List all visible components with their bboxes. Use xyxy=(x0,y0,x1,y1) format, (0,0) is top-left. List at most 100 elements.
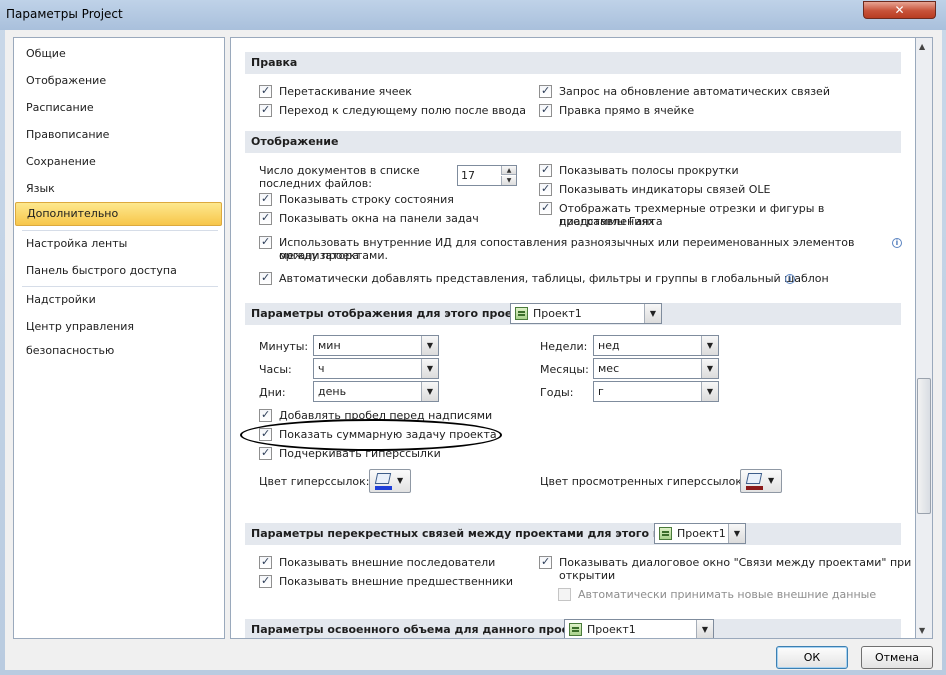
checkbox-internal-ids[interactable] xyxy=(259,235,272,249)
color-swatch xyxy=(375,486,392,490)
label-links-dialog-on-open: Показывать диалоговое окно "Связи между … xyxy=(559,556,912,569)
checkbox-underline-hyperlinks[interactable] xyxy=(259,446,272,460)
sidebar-item-advanced[interactable]: Дополнительно xyxy=(15,202,222,226)
checkbox-space-before-labels[interactable] xyxy=(259,408,272,422)
chevron-down-icon[interactable]: ▼ xyxy=(701,382,718,401)
label-days: Дни: xyxy=(259,386,286,399)
sidebar-item-proofing[interactable]: Правописание xyxy=(14,123,224,147)
sidebar-item-schedule[interactable]: Расписание xyxy=(14,96,224,120)
label-auto-accept-external: Автоматически принимать новые внешние да… xyxy=(578,588,877,601)
earned-value-value: Проект1 xyxy=(587,623,636,636)
project-display-select[interactable]: Проект1 ▼ xyxy=(510,303,662,324)
hours-select[interactable]: ч ▼ xyxy=(313,358,439,379)
section-title: Правка xyxy=(251,56,298,69)
chevron-down-icon[interactable]: ▼ xyxy=(728,524,745,543)
chevron-down-icon[interactable]: ▼ xyxy=(421,336,438,355)
months-select[interactable]: мес ▼ xyxy=(593,358,719,379)
chevron-down-icon: ▼ xyxy=(397,476,404,485)
label-ole-indicators: Показывать индикаторы связей OLE xyxy=(559,183,771,196)
label-external-predecessors: Показывать внешние предшественники xyxy=(279,575,514,588)
title-bar[interactable]: Параметры Project ✕ xyxy=(0,0,946,30)
label-drag-cells: Перетаскивание ячеек xyxy=(279,85,412,98)
visited-color-picker[interactable]: ▼ xyxy=(740,469,782,493)
checkbox-external-predecessors[interactable] xyxy=(259,574,272,588)
sidebar: Общие Отображение Расписание Правописани… xyxy=(13,37,225,639)
close-icon: ✕ xyxy=(894,3,905,17)
spin-up-icon[interactable]: ▲ xyxy=(501,166,516,175)
sidebar-item-general[interactable]: Общие xyxy=(14,42,224,66)
weeks-select[interactable]: нед ▼ xyxy=(593,335,719,356)
days-select[interactable]: день ▼ xyxy=(313,381,439,402)
checkbox-status-bar[interactable] xyxy=(259,192,272,206)
chevron-down-icon: ▼ xyxy=(768,476,775,485)
label-scroll-bars: Показывать полосы прокрутки xyxy=(559,164,739,177)
checkbox-edit-in-cell[interactable] xyxy=(539,103,552,117)
section-title: Параметры перекрестных связей между прое… xyxy=(251,527,710,540)
chevron-down-icon[interactable]: ▼ xyxy=(701,336,718,355)
spin-down-icon[interactable]: ▼ xyxy=(501,176,516,185)
chevron-down-icon[interactable]: ▼ xyxy=(421,359,438,378)
checkbox-ole-indicators[interactable] xyxy=(539,182,552,196)
sidebar-item-language[interactable]: Язык xyxy=(14,177,224,201)
sidebar-item-quick-access-toolbar[interactable]: Панель быстрого доступа xyxy=(14,259,224,283)
days-value: день xyxy=(318,385,347,398)
hyperlink-color-picker[interactable]: ▼ xyxy=(369,469,411,493)
checkbox-drag-cells[interactable] xyxy=(259,84,272,98)
section-header-edit: Правка xyxy=(245,52,901,74)
color-swatch xyxy=(746,486,763,490)
section-header-cross-project: Параметры перекрестных связей между прое… xyxy=(245,523,901,545)
chevron-down-icon[interactable]: ▼ xyxy=(644,304,661,323)
highlight-ellipse xyxy=(240,419,502,451)
months-value: мес xyxy=(598,362,620,375)
sidebar-separator xyxy=(22,230,218,231)
checkbox-auto-add-global[interactable] xyxy=(259,271,272,285)
label-windows-taskbar: Показывать окна на панели задач xyxy=(279,212,479,225)
sidebar-item-display[interactable]: Отображение xyxy=(14,69,224,93)
scroll-down-icon[interactable]: ▼ xyxy=(919,626,925,635)
years-select[interactable]: г ▼ xyxy=(593,381,719,402)
close-button[interactable]: ✕ xyxy=(863,1,936,19)
weeks-value: нед xyxy=(598,339,620,352)
label-years: Годы: xyxy=(540,386,574,399)
checkbox-3d-bars[interactable] xyxy=(539,201,552,215)
sidebar-item-add-ins[interactable]: Надстройки xyxy=(14,288,224,312)
label-visited-color: Цвет просмотренных гиперссылок: xyxy=(540,475,746,488)
sidebar-separator xyxy=(22,286,218,287)
sidebar-item-customize-ribbon[interactable]: Настройка ленты xyxy=(14,232,224,256)
label-links-dialog-on-open-2: открытии xyxy=(559,569,616,582)
ok-button[interactable]: ОК xyxy=(776,646,848,669)
sidebar-item-save[interactable]: Сохранение xyxy=(14,150,224,174)
cancel-button[interactable]: Отмена xyxy=(861,646,933,669)
info-icon[interactable]: i xyxy=(785,274,795,284)
chevron-down-icon[interactable]: ▼ xyxy=(701,359,718,378)
scroll-thumb[interactable] xyxy=(917,378,931,514)
checkbox-move-after-enter[interactable] xyxy=(259,103,272,117)
label-internal-ids-2: между проектами. xyxy=(279,249,388,262)
paint-bucket-icon xyxy=(374,473,392,484)
window-title: Параметры Project xyxy=(6,7,123,21)
label-months: Месяцы: xyxy=(540,363,589,376)
info-icon[interactable]: i xyxy=(892,238,902,248)
vertical-scrollbar[interactable]: ▲ ▼ xyxy=(916,37,933,639)
earned-value-select[interactable]: Проект1 ▼ xyxy=(564,619,714,638)
checkbox-external-successors[interactable] xyxy=(259,555,272,569)
label-recent-files-2: последних файлов: xyxy=(259,177,372,190)
checkbox-scroll-bars[interactable] xyxy=(539,163,552,177)
checkbox-windows-taskbar[interactable] xyxy=(259,211,272,225)
label-edit-in-cell: Правка прямо в ячейке xyxy=(559,104,695,117)
label-3d-bars-2: диаграммы Ганта xyxy=(559,215,663,228)
checkbox-links-dialog-on-open[interactable] xyxy=(539,555,552,569)
section-title: Параметры отображения для этого проекта: xyxy=(251,307,539,320)
project-display-value: Проект1 xyxy=(533,307,582,320)
label-weeks: Недели: xyxy=(540,340,588,353)
scroll-up-icon[interactable]: ▲ xyxy=(919,42,925,51)
checkbox-auto-accept-external[interactable] xyxy=(558,588,571,601)
chevron-down-icon[interactable]: ▼ xyxy=(421,382,438,401)
cross-project-select[interactable]: Проект1 ▼ xyxy=(654,523,746,544)
chevron-down-icon[interactable]: ▼ xyxy=(696,620,713,638)
cross-project-value: Проект1 xyxy=(677,527,726,540)
recent-files-spinner[interactable]: 17 ▲ ▼ xyxy=(457,165,517,186)
sidebar-item-trust-center[interactable]: Центр управления безопасностью xyxy=(14,315,224,357)
checkbox-ask-update-links[interactable] xyxy=(539,84,552,98)
minutes-select[interactable]: мин ▼ xyxy=(313,335,439,356)
